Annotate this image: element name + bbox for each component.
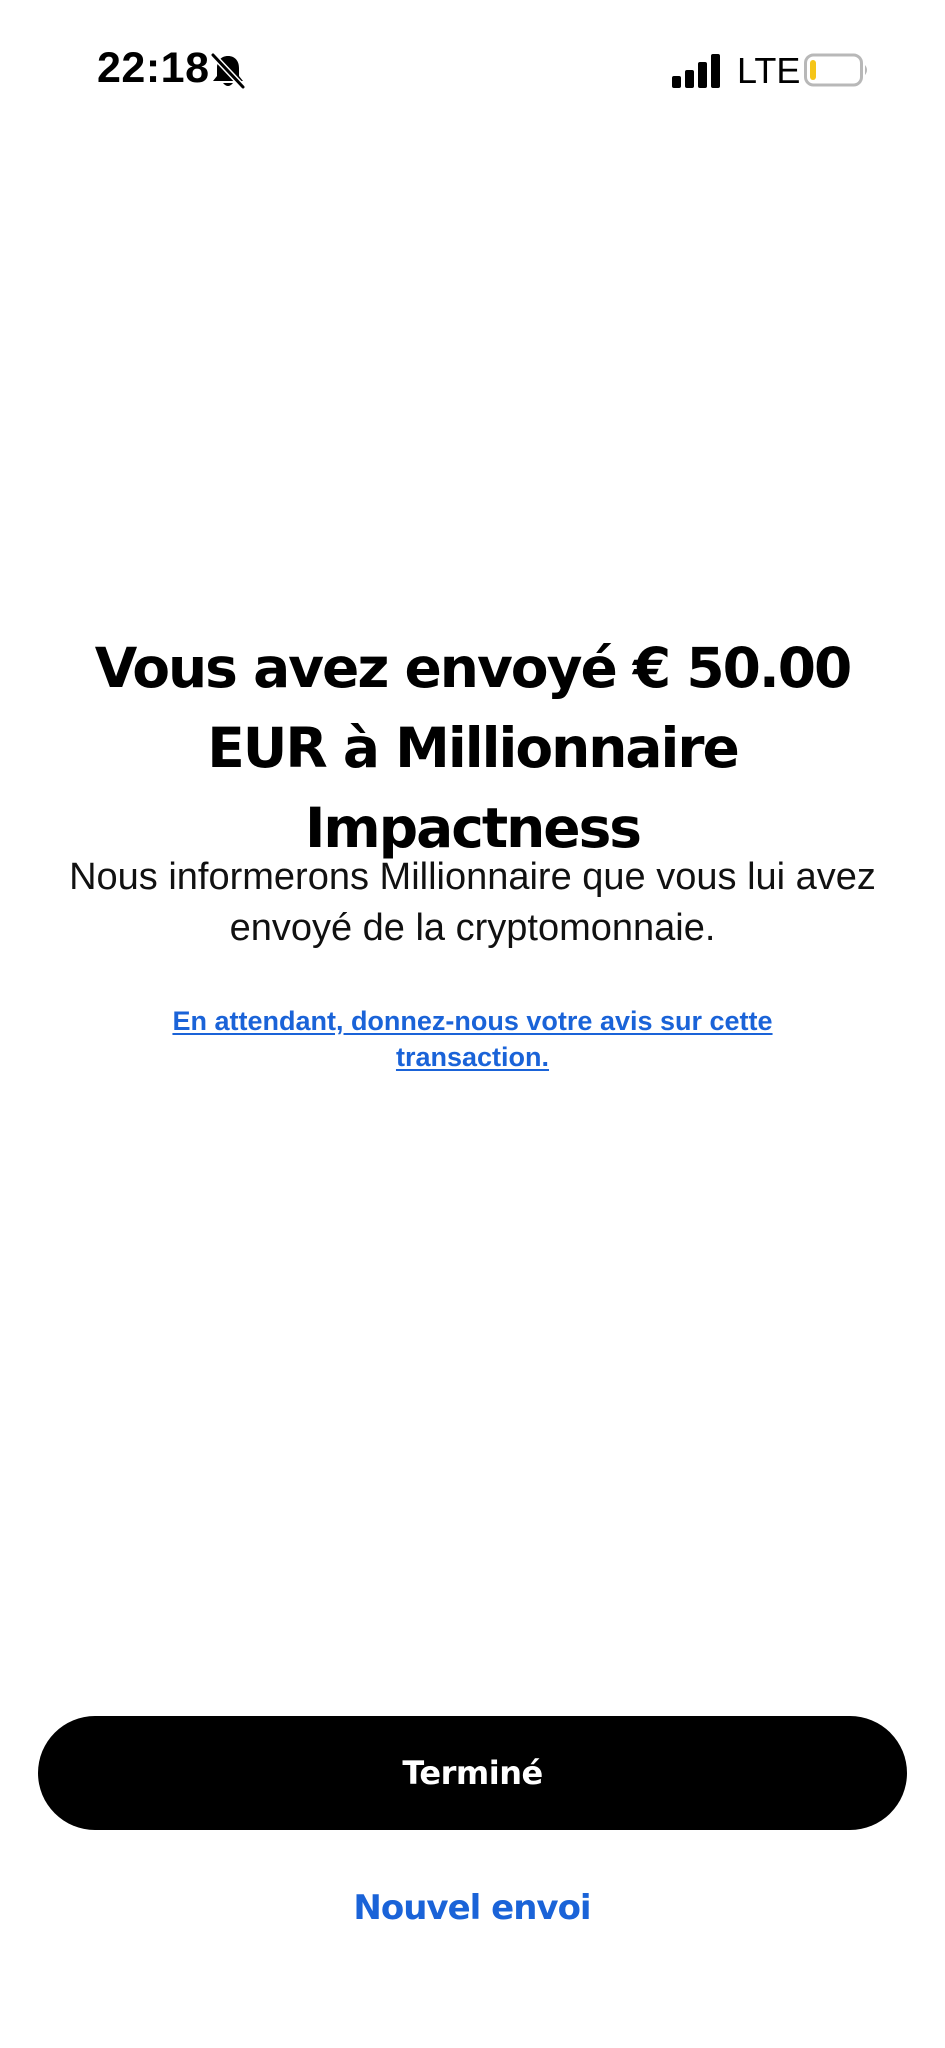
confirmation-subtitle: Nous informerons Millionnaire que vous l… — [69, 856, 876, 949]
battery-low-icon — [804, 53, 867, 87]
bell-slash-icon — [210, 52, 246, 90]
confirmation-headline: Vous avez envoyé € 50.00 EUR à Millionna… — [94, 636, 853, 860]
network-type-label: LTE — [737, 50, 801, 91]
feedback-link[interactable]: En attendant, donnez-nous votre avis sur… — [120, 1003, 825, 1075]
new-send-link[interactable]: Nouvel envoi — [272, 1880, 672, 1936]
cellular-signal-icon — [672, 54, 720, 88]
status-bar: 22:18 LTE — [0, 0, 945, 140]
done-button[interactable]: Terminé — [38, 1716, 907, 1830]
status-time: 22:18 — [97, 44, 210, 92]
